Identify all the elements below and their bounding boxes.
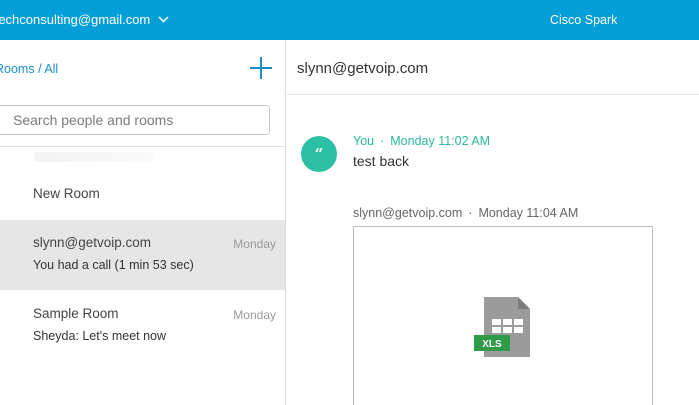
room-item-new-room[interactable]: New Room [0,168,285,220]
avatar[interactable]: “ [301,136,337,172]
message-time: Monday 11:04 AM [478,206,579,220]
app-title: Cisco Spark [550,13,618,27]
meta-separator: · [468,206,473,220]
breadcrumb-text[interactable]: Rooms / All [0,62,58,76]
conversation-panel: slynn@getvoip.com “ You · Monday 11:02 AM … [287,40,699,405]
message-text: test back [353,153,410,169]
header-divider [287,94,699,95]
xls-file-icon: XLS [474,297,530,357]
room-name: New Room [33,186,100,201]
message-sender: You [353,134,375,148]
faded-list-item [34,152,154,162]
room-name: Sample Room [33,306,119,321]
meta-separator: · [380,134,385,148]
avatar-glyph: “ [314,145,324,163]
search-box[interactable] [0,105,270,135]
room-name: slynn@getvoip.com [33,235,152,250]
room-last-message: Sheyda: Let's meet now [33,329,167,343]
message-time: Monday 11:02 AM [390,134,491,148]
room-date: Monday [233,308,276,322]
chevron-down-icon[interactable] [158,16,169,23]
message-meta: You · Monday 11:02 AM [353,134,490,148]
account-email: rechconsulting@gmail.com [0,12,151,27]
room-item-slynn[interactable]: slynn@getvoip.com Monday You had a call … [0,220,285,290]
room-last-message: You had a call (1 min 53 sec) [33,258,194,272]
conversation-title: slynn@getvoip.com [297,60,429,77]
top-bar: rechconsulting@gmail.com Cisco Spark [0,0,699,40]
breadcrumb[interactable]: Rooms / All [0,62,58,76]
room-item-sample-room[interactable]: Sample Room Monday Sheyda: Let's meet no… [0,290,285,360]
account-menu[interactable]: rechconsulting@gmail.com [0,12,169,27]
plus-icon[interactable] [249,56,273,80]
file-type-label: XLS [482,339,502,350]
search-input[interactable] [0,106,269,134]
message-meta: slynn@getvoip.com · Monday 11:04 AM [353,206,578,220]
divider [0,146,285,147]
message-sender: slynn@getvoip.com [353,206,463,220]
file-attachment[interactable]: XLS [353,226,653,405]
rooms-panel: Rooms / All New Room slynn@getvoip.com M… [0,40,286,405]
room-date: Monday [233,237,276,251]
